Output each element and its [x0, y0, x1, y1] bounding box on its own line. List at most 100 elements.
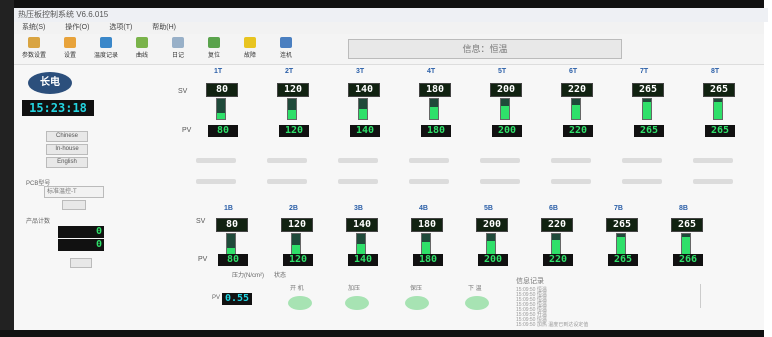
- temperature-bar-1t: [216, 98, 226, 120]
- pv-display-5t: 200: [492, 125, 522, 137]
- log-scrollbar[interactable]: [700, 284, 707, 308]
- toolbar-button-8[interactable]: 连机: [270, 36, 302, 62]
- temperature-bar-fill: [217, 113, 225, 119]
- counter-reset-button[interactable]: [70, 258, 92, 268]
- temperature-bar-fill: [357, 244, 365, 254]
- sv-display-4b[interactable]: 180: [411, 218, 443, 232]
- cool-lamp: [465, 296, 489, 310]
- hold-lamp: [405, 296, 429, 310]
- sv-display-2b[interactable]: 120: [281, 218, 313, 232]
- temperature-bar-5t: [500, 98, 510, 120]
- temperature-bar-1b: [226, 233, 236, 255]
- sv-display-4t[interactable]: 180: [419, 83, 451, 97]
- channel-name-7t: 7T: [640, 68, 649, 75]
- channel-name-4t: 4T: [427, 68, 436, 75]
- lamp-label-press: 加压: [348, 286, 361, 292]
- channel-name-2t: 2T: [285, 68, 294, 75]
- sv-display-3t[interactable]: 140: [348, 83, 380, 97]
- sv-display-3b[interactable]: 140: [346, 218, 378, 232]
- power-lamp: [288, 296, 312, 310]
- temperature-bar-fill: [292, 245, 300, 254]
- channel-name-6t: 6T: [569, 68, 578, 75]
- pv-display-1t: 80: [208, 125, 238, 137]
- sv-display-1t[interactable]: 80: [206, 83, 238, 97]
- sv-display-8b[interactable]: 265: [671, 218, 703, 232]
- temperature-bar-2b: [291, 233, 301, 255]
- status-bar-blank: [267, 158, 307, 163]
- temperature-bar-8b: [681, 233, 691, 255]
- temperature-bar-fill: [430, 107, 438, 119]
- pcb-model-select[interactable]: 标准温控-T: [44, 186, 104, 198]
- temperature-bar-6t: [571, 98, 581, 120]
- toolbar-button-label: 故障: [243, 53, 256, 59]
- toolbar-button-label: 连机: [279, 53, 292, 59]
- pv-label-bottom: PV: [198, 256, 208, 263]
- toolbar-button-1[interactable]: 参数设置: [18, 36, 50, 62]
- channel-name-4b: 4B: [419, 205, 428, 212]
- sv-display-5b[interactable]: 200: [476, 218, 508, 232]
- toolbar-button-2[interactable]: 设置: [54, 36, 86, 62]
- reset-icon: [208, 37, 220, 48]
- status-bar-blank: [622, 158, 662, 163]
- language-inhouse-button[interactable]: In-house: [46, 144, 88, 155]
- toolbar-button-label: 温度记录: [93, 53, 118, 59]
- temperature-bar-fill: [682, 237, 690, 254]
- toolbar-button-label: 设置: [63, 53, 76, 59]
- channel-name-8t: 8T: [711, 68, 720, 75]
- sv-display-6b[interactable]: 220: [541, 218, 573, 232]
- toolbar-button-3[interactable]: 温度记录: [90, 36, 122, 62]
- info-status-box: 信息：恒温: [348, 39, 622, 59]
- sv-display-6t[interactable]: 220: [561, 83, 593, 97]
- sv-display-7t[interactable]: 265: [632, 83, 664, 97]
- monitor-bezel-bottom: [0, 330, 772, 337]
- status-bar-blank: [196, 179, 236, 184]
- language-english-button[interactable]: English: [46, 157, 88, 168]
- status-bar-blank: [480, 158, 520, 163]
- sv-display-7b[interactable]: 265: [606, 218, 638, 232]
- temperature-bar-fill: [422, 242, 430, 254]
- temperature-bar-3t: [358, 98, 368, 120]
- clock-display: 15:23:18: [22, 100, 94, 116]
- temperature-bar-fill: [617, 237, 625, 254]
- language-chinese-button[interactable]: Chinese: [46, 131, 88, 142]
- sv-display-5t[interactable]: 200: [490, 83, 522, 97]
- sv-label-top: SV: [178, 88, 188, 95]
- sv-display-2t[interactable]: 120: [277, 83, 309, 97]
- pv-display-2b: 120: [283, 254, 313, 266]
- temperature-bar-7b: [616, 233, 626, 255]
- sv-display-1b[interactable]: 80: [216, 218, 248, 232]
- link-icon: [280, 37, 292, 48]
- pv-label-top: PV: [182, 127, 192, 134]
- temperature-bar-4b: [421, 233, 431, 255]
- channel-name-1t: 1T: [214, 68, 223, 75]
- counter-label: 产品计数: [26, 219, 51, 225]
- toolbar-button-4[interactable]: 曲线: [126, 36, 158, 62]
- channel-name-7b: 7B: [614, 205, 623, 212]
- toolbar-button-5[interactable]: 日记: [162, 36, 194, 62]
- log-entry: 15:09:50 加热 温度已到达设定值: [516, 322, 589, 328]
- temperature-bar-fill: [643, 102, 651, 119]
- menu-item-help[interactable]: 帮助(H): [152, 24, 176, 31]
- menu-item-operate[interactable]: 操作(O): [65, 24, 89, 31]
- temperature-bar-3b: [356, 233, 366, 255]
- pv-display-6t: 220: [563, 125, 593, 137]
- pv-display-6b: 220: [543, 254, 573, 266]
- channel-name-6b: 6B: [549, 205, 558, 212]
- toolbar-button-6[interactable]: 复位: [198, 36, 230, 62]
- sv-display-8t[interactable]: 265: [703, 83, 735, 97]
- toolbar-button-7[interactable]: 故障: [234, 36, 266, 62]
- pv-display-8b: 266: [673, 254, 703, 266]
- temperature-bar-fill: [487, 241, 495, 254]
- temperature-bar-5b: [486, 233, 496, 255]
- curve-icon: [136, 37, 148, 48]
- status-bar-blank: [693, 158, 733, 163]
- pv-display-5b: 200: [478, 254, 508, 266]
- sv-label-bottom: SV: [196, 218, 206, 225]
- pressure-pv-label: PV: [212, 295, 221, 301]
- pv-display-1b: 80: [218, 254, 248, 266]
- menu-item-options[interactable]: 选项(T): [109, 24, 132, 31]
- menu-item-system[interactable]: 系统(S): [22, 24, 45, 31]
- pcb-confirm-button[interactable]: [62, 200, 86, 210]
- warning-icon: [244, 37, 256, 48]
- monitor-bezel-top: [0, 0, 772, 8]
